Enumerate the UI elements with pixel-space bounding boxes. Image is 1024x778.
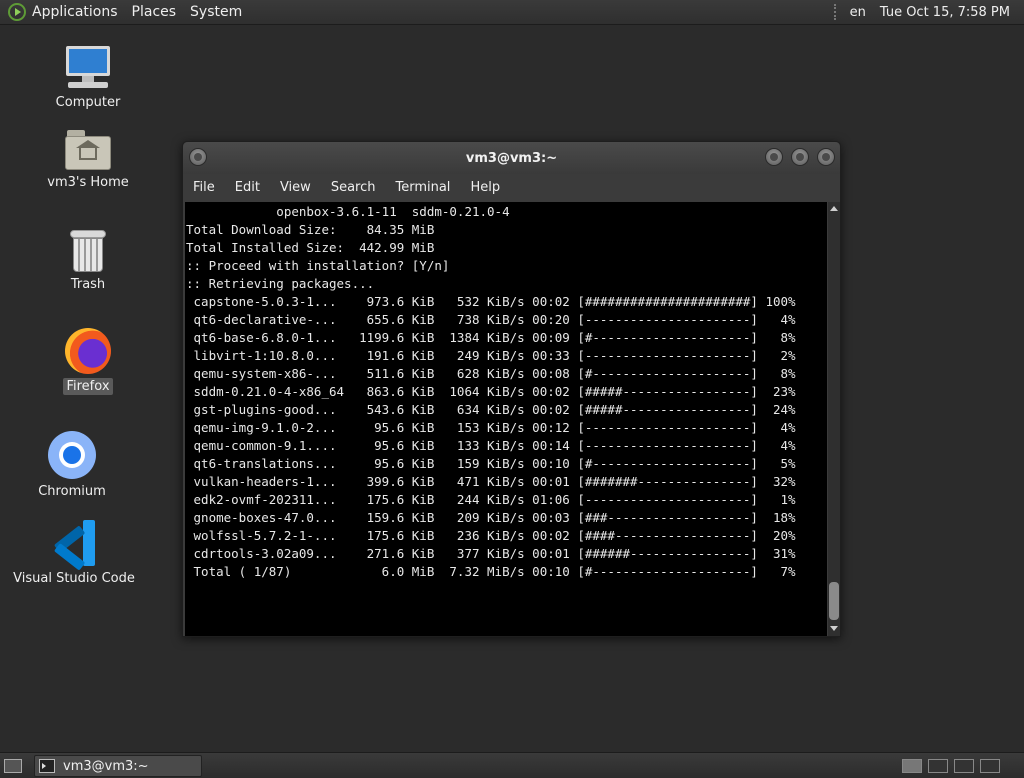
desktop-icon-trash[interactable]: Trash: [33, 230, 143, 293]
scroll-up-icon[interactable]: [830, 206, 838, 211]
terminal-line: capstone-5.0.3-1... 973.6 KiB 532 KiB/s …: [186, 294, 796, 309]
desktop-icon-label: Firefox: [63, 378, 113, 395]
terminal-window[interactable]: vm3@vm3:~ File Edit View Search Terminal…: [182, 141, 841, 637]
scroll-down-icon[interactable]: [830, 626, 838, 631]
scrollbar-thumb[interactable]: [829, 582, 839, 620]
terminal-line: gst-plugins-good... 543.6 KiB 634 KiB/s …: [186, 402, 796, 417]
desktop-icon-label: Trash: [70, 277, 106, 292]
menu-search[interactable]: Search: [331, 180, 376, 195]
terminal-line: vulkan-headers-1... 399.6 KiB 471 KiB/s …: [186, 474, 796, 489]
terminal-line: edk2-ovmf-202311... 175.6 KiB 244 KiB/s …: [186, 492, 796, 507]
terminal-line: libvirt-1:10.8.0... 191.6 KiB 249 KiB/s …: [186, 348, 796, 363]
home-folder-icon: [65, 130, 111, 170]
menu-file[interactable]: File: [193, 180, 215, 195]
terminal-line: :: Retrieving packages...: [186, 276, 375, 291]
workspace-3[interactable]: [954, 759, 974, 773]
menu-system[interactable]: System: [190, 4, 242, 20]
terminal-scrollbar[interactable]: [828, 202, 840, 636]
desktop-icon-label: Chromium: [38, 484, 106, 499]
terminal-line: sddm-0.21.0-4-x86_64 863.6 KiB 1064 KiB/…: [186, 384, 796, 399]
taskbar-item-label: vm3@vm3:~: [63, 758, 149, 774]
chromium-icon: [48, 431, 96, 479]
terminal-line: :: Proceed with installation? [Y/n]: [186, 258, 450, 273]
menu-view[interactable]: View: [280, 180, 311, 195]
menu-terminal[interactable]: Terminal: [395, 180, 450, 195]
workspace-2[interactable]: [928, 759, 948, 773]
workspace-1[interactable]: [902, 759, 922, 773]
menu-edit[interactable]: Edit: [235, 180, 260, 195]
desktop-icon-label: vm3's Home: [47, 175, 129, 190]
terminal-line: Total Installed Size: 442.99 MiB: [186, 240, 435, 255]
vscode-icon: [51, 520, 97, 571]
desktop-icon-computer[interactable]: Computer: [33, 46, 143, 111]
terminal-output[interactable]: openbox-3.6.1-11 sddm-0.21.0-4 Total Dow…: [185, 202, 827, 636]
workspace-4[interactable]: [980, 759, 1000, 773]
menu-help[interactable]: Help: [470, 180, 500, 195]
desktop-icon-firefox[interactable]: Firefox: [33, 328, 143, 395]
window-titlebar[interactable]: vm3@vm3:~: [183, 142, 840, 174]
desktop-icon-label: Visual Studio Code: [13, 571, 135, 586]
taskbar-item-terminal[interactable]: vm3@vm3:~: [34, 755, 202, 777]
maximize-icon[interactable]: [791, 148, 809, 166]
terminal-line: Total ( 1/87) 6.0 MiB 7.32 MiB/s 00:10 […: [186, 564, 796, 579]
keyboard-layout-indicator[interactable]: en: [850, 5, 866, 20]
distro-logo-icon[interactable]: [8, 3, 26, 21]
terminal-line: gnome-boxes-47.0... 159.6 KiB 209 KiB/s …: [186, 510, 796, 525]
terminal-line: qt6-declarative-... 655.6 KiB 738 KiB/s …: [186, 312, 796, 327]
window-menu-icon[interactable]: [189, 148, 207, 166]
desktop-icon-vscode[interactable]: Visual Studio Code: [13, 520, 135, 587]
close-icon[interactable]: [817, 148, 835, 166]
clock[interactable]: Tue Oct 15, 7:58 PM: [880, 5, 1010, 20]
terminal-menubar: File Edit View Search Terminal Help: [183, 174, 840, 200]
firefox-icon: [65, 328, 111, 374]
window-title: vm3@vm3:~: [465, 150, 558, 166]
terminal-line: openbox-3.6.1-11 sddm-0.21.0-4: [186, 204, 510, 219]
desktop-icon-home[interactable]: vm3's Home: [33, 130, 143, 191]
terminal-line: qemu-img-9.1.0-2... 95.6 KiB 153 KiB/s 0…: [186, 420, 796, 435]
menu-applications[interactable]: Applications: [32, 4, 118, 20]
top-panel: Applications Places System en Tue Oct 15…: [0, 0, 1024, 25]
terminal-line: Total Download Size: 84.35 MiB: [186, 222, 435, 237]
terminal-line: qt6-base-6.8.0-1... 1199.6 KiB 1384 KiB/…: [186, 330, 796, 345]
terminal-line: cdrtools-3.02a09... 271.6 KiB 377 KiB/s …: [186, 546, 796, 561]
desktop-icon-chromium[interactable]: Chromium: [17, 431, 127, 500]
minimize-icon[interactable]: [765, 148, 783, 166]
desktop-icon-label: Computer: [55, 95, 121, 110]
terminal-line: qt6-translations... 95.6 KiB 159 KiB/s 0…: [186, 456, 796, 471]
menu-places[interactable]: Places: [132, 4, 177, 20]
trash-icon: [70, 230, 106, 272]
computer-icon: [64, 46, 112, 90]
terminal-line: qemu-system-x86-... 511.6 KiB 628 KiB/s …: [186, 366, 796, 381]
panel-grip-icon: [833, 4, 838, 20]
bottom-panel: vm3@vm3:~: [0, 752, 1024, 778]
terminal-line: wolfssl-5.7.2-1-... 175.6 KiB 236 KiB/s …: [186, 528, 796, 543]
terminal-line: qemu-common-9.1.... 95.6 KiB 133 KiB/s 0…: [186, 438, 796, 453]
terminal-icon: [39, 759, 55, 773]
show-desktop-icon[interactable]: [4, 759, 22, 773]
